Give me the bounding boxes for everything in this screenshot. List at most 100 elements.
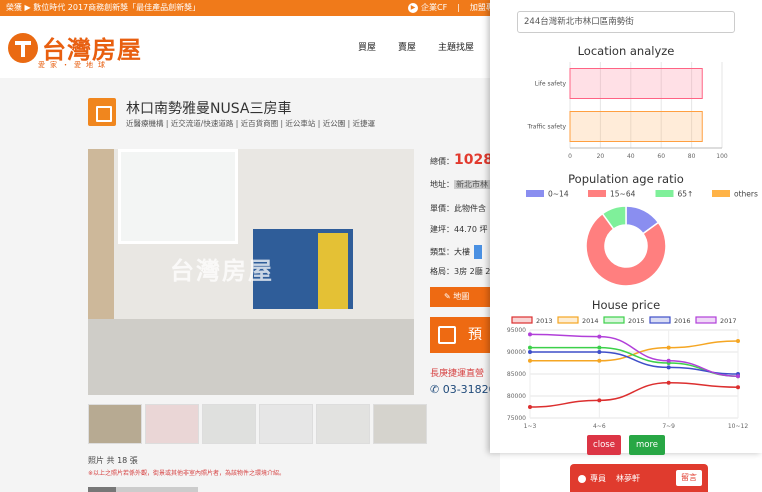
agent-name: 林夢軒: [616, 474, 640, 483]
data-point: [736, 374, 740, 379]
series-line: [529, 382, 739, 408]
data-point: [597, 350, 602, 354]
legend-swatch: [588, 190, 606, 197]
data-point: [597, 345, 602, 350]
legend-swatch: [712, 190, 730, 197]
message-button[interactable]: 留言: [676, 470, 702, 486]
unit-price-value: 此物件含: [454, 204, 486, 213]
listing-calendar-icon: [88, 98, 116, 126]
legend-label: 2016: [674, 317, 691, 325]
legend-label: 0~14: [548, 190, 569, 199]
x-tick-label: 4~6: [593, 423, 606, 430]
logo-slogan: 愛家・愛地球: [38, 61, 110, 69]
data-point: [666, 358, 671, 363]
main-photo[interactable]: 台灣房屋: [88, 149, 414, 395]
x-tick-label: 100: [716, 153, 728, 160]
agent-store[interactable]: 長庚捷運直營: [430, 366, 484, 379]
x-tick-label: 7~9: [662, 423, 675, 430]
x-tick-label: 40: [627, 153, 635, 160]
window: [118, 149, 238, 244]
data-point: [528, 358, 532, 363]
phone-icon: ✆: [430, 383, 443, 396]
location-chart-title: Location analyze: [577, 44, 675, 58]
thumbnail[interactable]: [373, 404, 427, 444]
listing-tags: 近醫療機構 | 近交流道/快速道路 | 近百貨商圈 | 近公車站 | 近公園 |…: [126, 119, 375, 128]
listing-title: 林口南勢雅曼NUSA三房車: [126, 101, 292, 117]
curtain: [88, 149, 114, 319]
thumbnail-scrollbar[interactable]: [88, 487, 198, 492]
y-tick-label: 90000: [507, 349, 526, 356]
legend-swatch: [526, 190, 544, 197]
legend-swatch: [603, 316, 625, 324]
photo-note: ※以上之照片若係外觀，街景或其他非室內照片者，為該物件之環境介紹。: [88, 470, 286, 477]
legend-label: 15~64: [610, 190, 636, 199]
map-button[interactable]: ✎ 地圖: [430, 287, 494, 307]
legend-swatch: [649, 316, 671, 324]
play-icon: ▶: [408, 2, 418, 13]
agent-phone[interactable]: ✆ 03-31820: [430, 383, 496, 396]
legend-label: 2014: [582, 317, 599, 325]
type-value: 大樓: [454, 247, 470, 257]
address-input[interactable]: 244台灣新北市林口區南勢街: [517, 11, 735, 33]
nav-themes[interactable]: 主題找屋: [438, 40, 474, 53]
price-value: 1028: [454, 152, 493, 168]
booking-button[interactable]: 預: [430, 317, 494, 353]
legend-label: others: [734, 190, 758, 199]
thumbnail[interactable]: [88, 404, 142, 444]
map-icon: ✎: [444, 292, 454, 301]
legend-swatch: [557, 316, 579, 324]
status-dot-icon: [578, 475, 586, 483]
calendar-icon: [438, 326, 456, 344]
data-point: [528, 350, 532, 354]
y-tick-label: 75000: [507, 415, 526, 422]
data-point: [528, 405, 532, 409]
thumbnail[interactable]: [202, 404, 256, 444]
photo-watermark: 台灣房屋: [170, 256, 274, 285]
population-chart-title: Population age ratio: [568, 172, 684, 186]
y-tick-label: Life safety: [535, 81, 567, 88]
data-point: [736, 339, 740, 343]
y-tick-label: 95000: [507, 327, 526, 334]
corporate-cf-link[interactable]: ▶ 企業CF: [408, 0, 447, 16]
legend-label: 65↑: [678, 190, 694, 199]
x-tick-label: 10~12: [728, 423, 748, 430]
house-price-chart: 2013 2014 2015 2016 2017 75000 80000 85000 90000…: [507, 316, 748, 430]
thumbnail[interactable]: [316, 404, 370, 444]
data-point: [597, 398, 602, 403]
legend-label: 2015: [628, 317, 645, 325]
main-nav: 買屋 賣屋 主題找屋: [358, 40, 474, 53]
y-tick-label: 85000: [507, 371, 526, 378]
legend-swatch: [695, 316, 717, 324]
data-point: [597, 334, 602, 339]
legend-swatch: [511, 316, 533, 324]
x-tick-label: 60: [657, 153, 665, 160]
data-point: [666, 380, 671, 385]
legend-label: 2017: [720, 317, 737, 325]
house-price-chart-title: House price: [591, 298, 661, 312]
address-value: 新北市林: [454, 180, 490, 189]
type-badge: [474, 245, 482, 259]
data-point: [528, 332, 532, 337]
x-tick-label: 20: [597, 153, 605, 160]
x-tick-label: 1~3: [524, 423, 537, 430]
nav-buy[interactable]: 買屋: [358, 40, 376, 53]
data-point: [666, 365, 671, 370]
thumbnail[interactable]: [145, 404, 199, 444]
close-button[interactable]: close: [587, 435, 621, 455]
data-point: [597, 358, 602, 363]
separator: |: [457, 3, 460, 12]
population-chart: 0~14 15~64 65↑ others: [526, 190, 758, 287]
y-tick-label: 80000: [507, 393, 526, 400]
data-point: [528, 345, 532, 350]
thumbnail-strip: [88, 404, 427, 444]
bar: [569, 111, 703, 142]
y-tick-label: Traffic safety: [527, 124, 567, 131]
chat-bar[interactable]: 專員 林夢軒 留言: [570, 464, 708, 492]
nav-sell[interactable]: 賣屋: [398, 40, 416, 53]
thumbnail[interactable]: [259, 404, 313, 444]
location-chart: 0 20 40 60 80 100 Life safety Traffic safety: [527, 62, 728, 160]
bar: [569, 68, 703, 99]
legend-label: 2013: [536, 317, 553, 325]
more-button[interactable]: more: [629, 435, 665, 455]
data-point: [666, 345, 671, 350]
